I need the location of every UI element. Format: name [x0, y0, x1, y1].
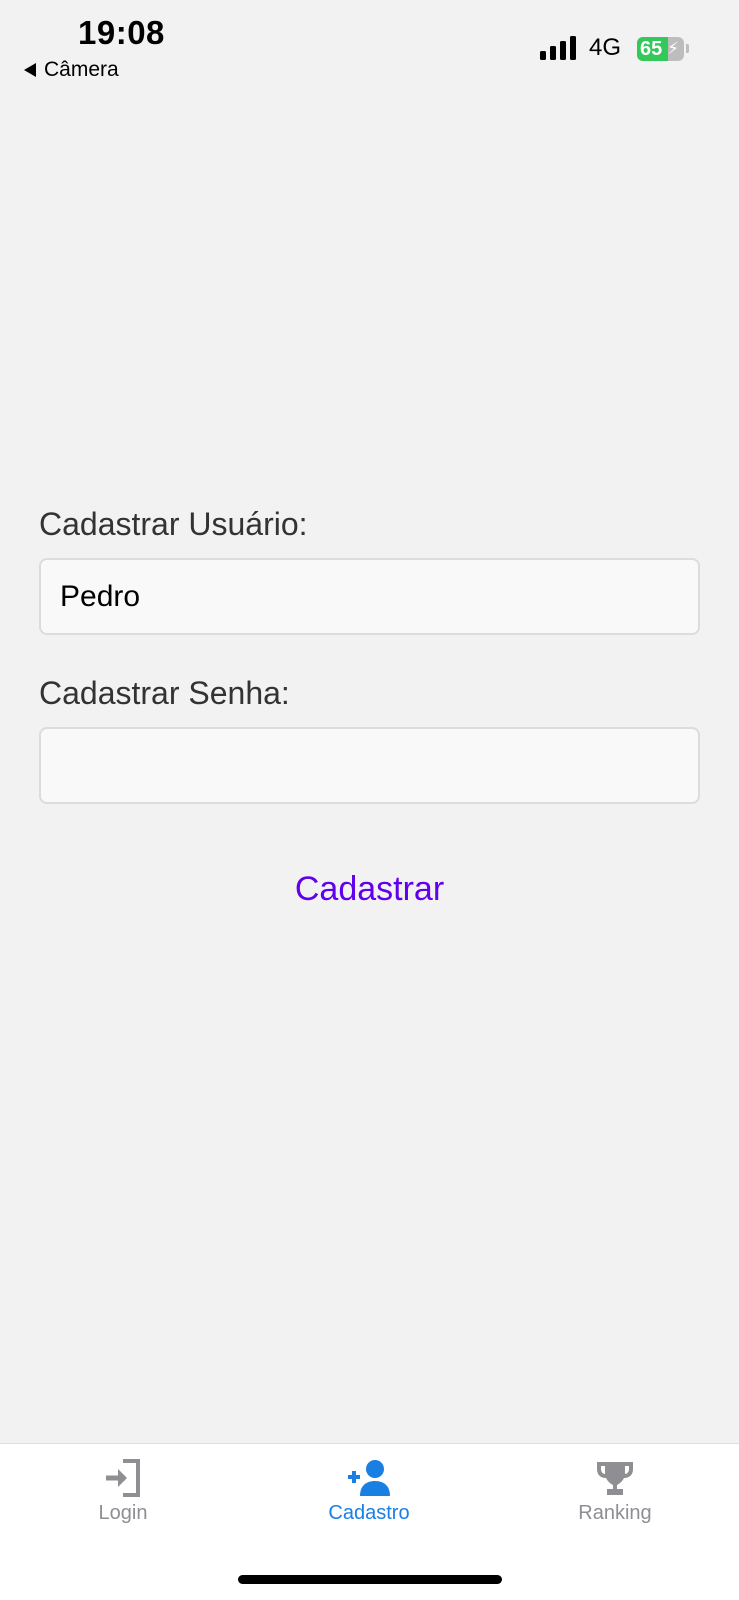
password-input[interactable] — [39, 727, 700, 804]
password-label: Cadastrar Senha: — [39, 675, 290, 711]
back-app-label: Câmera — [44, 58, 119, 81]
tab-cadastro[interactable]: Cadastro — [246, 1458, 492, 1525]
tab-ranking[interactable]: Ranking — [492, 1458, 738, 1525]
status-time: 19:08 — [78, 14, 165, 51]
login-icon — [106, 1459, 140, 1497]
tab-login-label: Login — [98, 1502, 148, 1524]
charging-bolt-icon: ⚡ — [667, 39, 679, 58]
cellular-signal-icon — [540, 36, 576, 60]
back-to-app-button[interactable]: Câmera — [24, 58, 119, 82]
trophy-icon — [597, 1462, 633, 1495]
tab-cadastro-label: Cadastro — [328, 1502, 410, 1524]
home-indicator — [238, 1575, 502, 1584]
back-arrow-icon — [24, 63, 36, 77]
tab-ranking-label: Ranking — [578, 1502, 652, 1524]
battery-percent: 65 — [640, 38, 663, 60]
tab-login[interactable]: Login — [0, 1458, 246, 1525]
register-button[interactable]: Cadastrar — [0, 870, 739, 909]
screen: 19:08 Câmera 4G 65 ⚡ Cadastrar Usuário: … — [0, 0, 739, 1600]
add-user-icon — [348, 1460, 390, 1496]
network-type: 4G — [589, 34, 622, 61]
battery-icon: 65 ⚡ — [637, 37, 684, 61]
username-label: Cadastrar Usuário: — [39, 506, 308, 542]
username-input[interactable] — [39, 558, 700, 635]
battery-cap — [686, 44, 689, 53]
